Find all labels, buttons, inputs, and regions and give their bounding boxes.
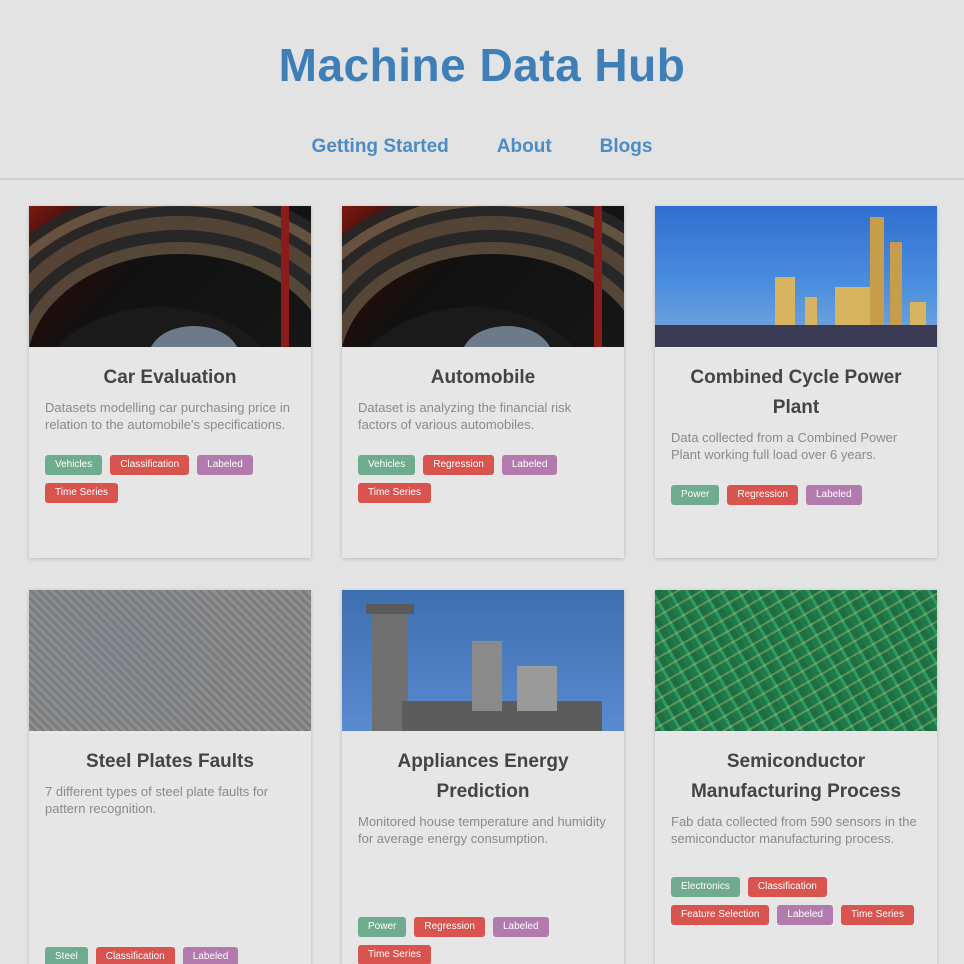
tag[interactable]: Classification: [95, 947, 175, 964]
card-title[interactable]: Appliances Energy Prediction: [358, 747, 608, 807]
dataset-card[interactable]: Combined Cycle Power Plant Data collecte…: [655, 206, 937, 558]
card-description: 7 different types of steel plate faults …: [45, 784, 269, 816]
tag[interactable]: Labeled: [492, 917, 549, 937]
card-description: Data collected from a Combined Power Pla…: [671, 430, 898, 462]
card-description: Fab data collected from 590 sensors in t…: [671, 814, 917, 846]
tag[interactable]: Labeled: [501, 455, 558, 475]
tag[interactable]: Regression: [423, 455, 494, 475]
tag[interactable]: Classification: [747, 877, 827, 897]
tag[interactable]: Regression: [727, 485, 798, 505]
tag[interactable]: Time Series: [45, 483, 118, 503]
tag[interactable]: Time Series: [358, 945, 431, 964]
tag[interactable]: Labeled: [777, 905, 833, 925]
tag[interactable]: Labeled: [197, 455, 253, 475]
tag-list: Vehicles Classification Labeled Time Ser…: [45, 455, 295, 503]
industrial-tower-image: [342, 590, 624, 731]
site-title[interactable]: Machine Data Hub: [0, 0, 964, 92]
power-plant-image: [655, 206, 937, 347]
tag-list: Vehicles Regression Labeled Time Series: [358, 455, 608, 503]
site-header: Machine Data Hub Getting Started About B…: [0, 0, 964, 180]
tag[interactable]: Vehicles: [45, 455, 103, 475]
tag[interactable]: Power: [671, 485, 720, 505]
tag[interactable]: Labeled: [182, 947, 239, 964]
car-tire-image: [342, 206, 624, 347]
card-title[interactable]: Semiconductor Manufacturing Process: [671, 747, 921, 807]
nav-blogs[interactable]: Blogs: [600, 136, 653, 158]
tag[interactable]: Electronics: [671, 877, 740, 897]
tag-list: Power Regression Labeled: [671, 485, 921, 505]
dataset-card[interactable]: Steel Plates Faults 7 different types of…: [29, 590, 311, 964]
nav-getting-started[interactable]: Getting Started: [312, 136, 449, 158]
tag[interactable]: Labeled: [805, 485, 862, 505]
circuit-board-image: [655, 590, 937, 731]
card-title[interactable]: Combined Cycle Power Plant: [671, 363, 921, 423]
car-tire-image: [29, 206, 311, 347]
tag-list: Power Regression Labeled Time Series: [358, 917, 608, 964]
main-nav: Getting Started About Blogs: [0, 136, 964, 158]
tag[interactable]: Vehicles: [358, 455, 416, 475]
card-description: Datasets modelling car purchasing price …: [45, 400, 290, 432]
tag[interactable]: Time Series: [840, 905, 914, 925]
nav-about[interactable]: About: [497, 136, 552, 158]
tag[interactable]: Steel: [45, 947, 88, 964]
tag-list: Electronics Classification Feature Selec…: [671, 877, 921, 925]
tag-list: Steel Classification Labeled: [45, 947, 295, 964]
steel-plate-image: [29, 590, 311, 731]
tag[interactable]: Power: [358, 917, 407, 937]
dataset-card[interactable]: Appliances Energy Prediction Monitored h…: [342, 590, 624, 964]
tag[interactable]: Time Series: [358, 483, 431, 503]
tag[interactable]: Feature Selection: [671, 905, 770, 925]
dataset-card[interactable]: Automobile Dataset is analyzing the fina…: [342, 206, 624, 558]
card-title[interactable]: Steel Plates Faults: [45, 747, 295, 777]
dataset-card[interactable]: Semiconductor Manufacturing Process Fab …: [655, 590, 937, 964]
tag[interactable]: Classification: [110, 455, 190, 475]
tag[interactable]: Regression: [414, 917, 485, 937]
card-description: Dataset is analyzing the financial risk …: [358, 400, 572, 432]
dataset-grid: Car Evaluation Datasets modelling car pu…: [0, 180, 964, 964]
card-title[interactable]: Automobile: [358, 363, 608, 393]
card-title[interactable]: Car Evaluation: [45, 363, 295, 393]
card-description: Monitored house temperature and humidity…: [358, 814, 606, 846]
dataset-card[interactable]: Car Evaluation Datasets modelling car pu…: [29, 206, 311, 558]
